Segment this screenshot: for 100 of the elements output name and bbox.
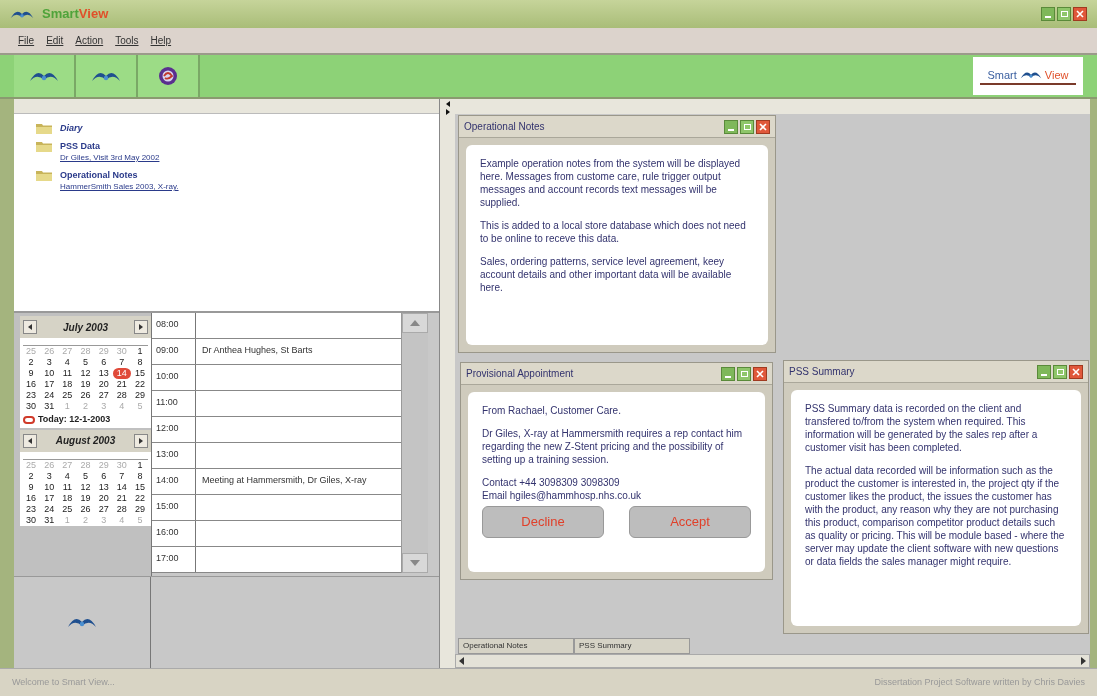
calendar-day[interactable]: 17 bbox=[40, 492, 59, 504]
calendar-day[interactable]: 8 bbox=[130, 470, 149, 482]
calendar-day[interactable]: 26 bbox=[76, 503, 95, 515]
maximize-button[interactable] bbox=[1053, 364, 1067, 379]
calendar-day[interactable]: 8 bbox=[130, 357, 149, 368]
next-month-button[interactable] bbox=[134, 433, 148, 448]
calendar-day[interactable]: 25 bbox=[58, 390, 77, 401]
calendar-day[interactable]: 26 bbox=[76, 390, 95, 401]
tree-link[interactable]: HammerSmith Sales 2003, X-ray. bbox=[60, 181, 179, 192]
window-tab[interactable]: PSS Summary bbox=[574, 638, 690, 654]
minimize-button[interactable] bbox=[1037, 364, 1051, 379]
appointment-slot[interactable]: Dr Anthea Hughes, St Barts bbox=[196, 339, 401, 364]
calendar-day[interactable]: 5 bbox=[76, 357, 95, 368]
menu-item[interactable]: File bbox=[18, 33, 35, 48]
calendar-day[interactable]: 5 bbox=[76, 470, 95, 482]
calendar-day[interactable]: 20 bbox=[94, 492, 113, 504]
calendar-day[interactable]: 28 bbox=[112, 503, 131, 515]
scroll-down-icon[interactable] bbox=[402, 553, 428, 573]
calendar-day[interactable]: 19 bbox=[76, 492, 95, 504]
calendar-day[interactable]: 9 bbox=[22, 481, 41, 493]
calendar-day[interactable]: 9 bbox=[22, 368, 41, 379]
calendar-day[interactable]: 23 bbox=[22, 503, 41, 515]
calendar-day[interactable]: 21 bbox=[112, 492, 131, 504]
menu-item[interactable]: Help bbox=[150, 33, 172, 48]
vertical-scrollbar[interactable] bbox=[401, 313, 428, 573]
menu-item[interactable]: Tools bbox=[115, 33, 139, 48]
horizontal-scrollbar[interactable] bbox=[455, 654, 1090, 668]
calendar-day[interactable]: 6 bbox=[94, 357, 113, 368]
calendar-day[interactable]: 4 bbox=[58, 357, 77, 368]
previous-month-button[interactable] bbox=[23, 433, 37, 448]
calendar-day[interactable]: 11 bbox=[58, 368, 77, 379]
calendar-day[interactable]: 18 bbox=[58, 492, 77, 504]
calendar-day[interactable]: 3 bbox=[40, 470, 59, 482]
maximize-button[interactable] bbox=[1057, 7, 1071, 21]
toolbar-button[interactable] bbox=[76, 55, 138, 97]
calendar-day[interactable]: 15 bbox=[130, 368, 149, 379]
tree-item[interactable]: PSS Data bbox=[60, 140, 160, 152]
maximize-button[interactable] bbox=[740, 119, 754, 134]
calendar-day[interactable]: 10 bbox=[40, 481, 59, 493]
calendar-day[interactable]: 24 bbox=[40, 503, 59, 515]
scroll-right-icon[interactable] bbox=[1081, 657, 1086, 665]
calendar-day[interactable]: 31 bbox=[40, 514, 59, 526]
maximize-button[interactable] bbox=[737, 366, 751, 381]
splitter-arrows-icon[interactable] bbox=[444, 101, 451, 115]
calendar-day[interactable]: 30 bbox=[22, 401, 41, 412]
close-button[interactable] bbox=[1069, 364, 1083, 379]
window-tab[interactable]: Operational Notes bbox=[458, 638, 574, 654]
calendar-day[interactable]: 27 bbox=[94, 503, 113, 515]
calendar-day[interactable]: 20 bbox=[94, 379, 113, 390]
close-button[interactable] bbox=[753, 366, 767, 381]
calendar-day[interactable]: 13 bbox=[94, 368, 113, 379]
calendar-day[interactable]: 14 bbox=[112, 368, 131, 379]
calendar-day[interactable]: 22 bbox=[130, 492, 149, 504]
calendar-day[interactable]: 12 bbox=[76, 368, 95, 379]
calendar-day[interactable]: 23 bbox=[22, 390, 41, 401]
calendar-day[interactable]: 29 bbox=[130, 390, 149, 401]
calendar-day[interactable]: 31 bbox=[40, 401, 59, 412]
calendar-day[interactable]: 17 bbox=[40, 379, 59, 390]
next-month-button[interactable] bbox=[134, 320, 148, 334]
calendar-day[interactable]: 1 bbox=[130, 346, 149, 357]
menu-item[interactable]: Action bbox=[75, 33, 104, 48]
appointment-slot[interactable]: Meeting at Hammersmith, Dr Giles, X-ray bbox=[196, 469, 401, 494]
calendar-day[interactable]: 4 bbox=[58, 470, 77, 482]
calendar-day[interactable]: 12 bbox=[76, 481, 95, 493]
previous-month-button[interactable] bbox=[23, 320, 37, 334]
calendar-day[interactable]: 27 bbox=[94, 390, 113, 401]
calendar-day[interactable]: 2 bbox=[22, 357, 41, 368]
calendar-day[interactable]: 14 bbox=[112, 481, 131, 493]
calendar-day[interactable]: 21 bbox=[112, 379, 131, 390]
calendar-day[interactable]: 29 bbox=[130, 503, 149, 515]
minimize-button[interactable] bbox=[1041, 7, 1055, 21]
calendar-day[interactable]: 7 bbox=[112, 470, 131, 482]
tree-item[interactable]: Operational Notes bbox=[60, 169, 179, 181]
calendar-day[interactable]: 28 bbox=[112, 390, 131, 401]
calendar-day[interactable]: 2 bbox=[22, 470, 41, 482]
calendar-day[interactable]: 25 bbox=[58, 503, 77, 515]
today-label[interactable]: Today: 12-1-2003 bbox=[38, 413, 111, 427]
calendar-day[interactable]: 7 bbox=[112, 357, 131, 368]
close-button[interactable] bbox=[1073, 7, 1087, 21]
calendar-day[interactable]: 13 bbox=[94, 481, 113, 493]
scroll-left-icon[interactable] bbox=[459, 657, 464, 665]
calendar-day[interactable]: 10 bbox=[40, 368, 59, 379]
tree-link[interactable]: Dr Giles, Visit 3rd May 2002 bbox=[60, 152, 160, 163]
toolbar-button[interactable] bbox=[138, 55, 200, 97]
minimize-button[interactable] bbox=[724, 119, 738, 134]
calendar-day[interactable]: 6 bbox=[94, 470, 113, 482]
calendar-day[interactable]: 30 bbox=[22, 514, 41, 526]
scroll-up-icon[interactable] bbox=[402, 313, 428, 333]
tree-item[interactable]: Diary bbox=[60, 122, 83, 134]
calendar-day[interactable]: 11 bbox=[58, 481, 77, 493]
calendar-day[interactable]: 3 bbox=[40, 357, 59, 368]
calendar-day[interactable]: 1 bbox=[130, 459, 149, 471]
calendar-day[interactable]: 15 bbox=[130, 481, 149, 493]
calendar-day[interactable]: 19 bbox=[76, 379, 95, 390]
minimize-button[interactable] bbox=[721, 366, 735, 381]
calendar-day[interactable]: 18 bbox=[58, 379, 77, 390]
close-button[interactable] bbox=[756, 119, 770, 134]
calendar-day[interactable]: 16 bbox=[22, 492, 41, 504]
toolbar-button[interactable] bbox=[14, 55, 76, 97]
calendar-day[interactable]: 24 bbox=[40, 390, 59, 401]
